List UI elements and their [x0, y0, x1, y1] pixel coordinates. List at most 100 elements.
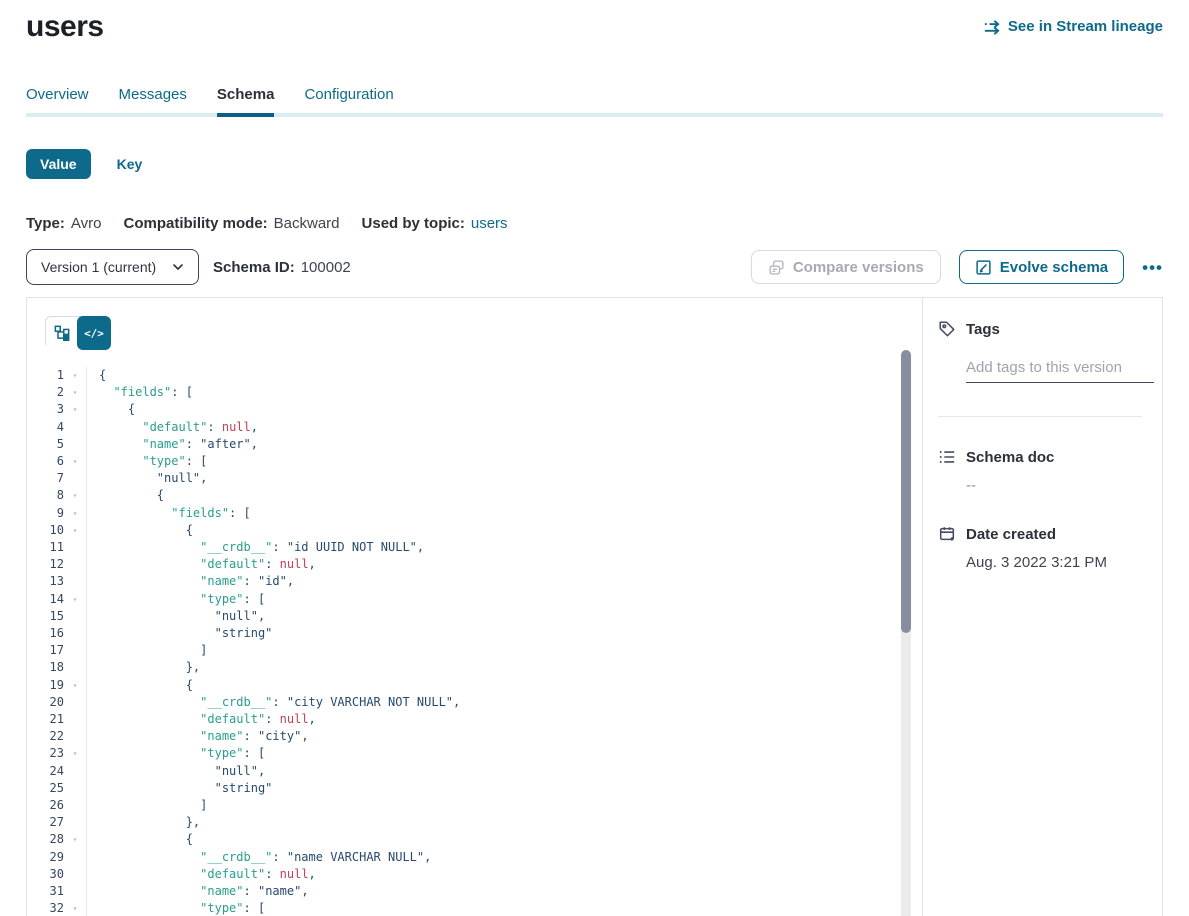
code-line-text: "__crdb__": "id UUID NOT NULL", — [86, 539, 922, 556]
line-number: 15 — [27, 608, 64, 625]
code-line-text: "null", — [86, 608, 922, 625]
code-line-text: "default": null, — [86, 866, 922, 883]
code-line-text: "name": "name", — [86, 883, 922, 900]
schema-id-label: Schema ID: — [213, 259, 295, 276]
code-line-text: "__crdb__": "name VARCHAR NULL", — [86, 849, 922, 866]
editor-scrollbar-thumb[interactable] — [901, 350, 911, 633]
code-line: 11 "__crdb__": "id UUID NOT NULL", — [27, 539, 922, 556]
line-number: 4 — [27, 419, 64, 436]
tree-view-icon — [54, 325, 70, 341]
fold-spacer — [64, 814, 86, 831]
code-line: 1▾{ — [27, 367, 922, 384]
line-number: 3 — [27, 401, 64, 418]
used-by-topic-link[interactable]: users — [471, 215, 508, 232]
line-number: 27 — [27, 814, 64, 831]
code-line: 14▾ "type": [ — [27, 591, 922, 608]
code-line-text: "default": null, — [86, 711, 922, 728]
line-number: 22 — [27, 728, 64, 745]
line-number: 8 — [27, 487, 64, 504]
line-number: 24 — [27, 763, 64, 780]
code-line: 19▾ { — [27, 677, 922, 694]
code-line-text: "name": "city", — [86, 728, 922, 745]
tab-schema[interactable]: Schema — [217, 86, 275, 117]
more-options-button[interactable]: ••• — [1142, 255, 1163, 280]
code-line: 9▾ "fields": [ — [27, 505, 922, 522]
code-line: 5 "name": "after", — [27, 436, 922, 453]
code-line: 18 }, — [27, 659, 922, 676]
code-line-text: "string" — [86, 625, 922, 642]
code-line-text: "null", — [86, 470, 922, 487]
code-line: 22 "name": "city", — [27, 728, 922, 745]
fold-toggle-icon[interactable]: ▾ — [64, 522, 86, 539]
line-number: 26 — [27, 797, 64, 814]
fold-toggle-icon[interactable]: ▾ — [64, 677, 86, 694]
schema-code-area: </> 1▾{2▾ "fields": [3▾ {4 "default": nu… — [27, 298, 922, 916]
tree-view-button[interactable] — [46, 317, 78, 349]
fold-toggle-icon[interactable]: ▾ — [64, 831, 86, 848]
code-line-text: "fields": [ — [86, 505, 922, 522]
schema-doc-header: Schema doc — [938, 448, 1142, 466]
tab-configuration[interactable]: Configuration — [304, 86, 393, 117]
code-line: 8▾ { — [27, 487, 922, 504]
code-line-text: { — [86, 367, 922, 384]
code-line: 24 "null", — [27, 763, 922, 780]
line-number: 13 — [27, 573, 64, 590]
fold-toggle-icon[interactable]: ▾ — [64, 505, 86, 522]
code-editor[interactable]: 1▾{2▾ "fields": [3▾ {4 "default": null,5… — [27, 367, 922, 916]
code-line: 15 "null", — [27, 608, 922, 625]
see-in-stream-lineage-link[interactable]: See in Stream lineage — [982, 18, 1163, 35]
code-line: 27 }, — [27, 814, 922, 831]
editor-scrollbar-track — [901, 350, 911, 916]
code-line: 31 "name": "name", — [27, 883, 922, 900]
version-bar: Version 1 (current) Schema ID: 100002 — [26, 249, 1163, 285]
date-created-header: Date created — [938, 525, 1142, 543]
fold-toggle-icon[interactable]: ▾ — [64, 367, 86, 384]
line-number: 2 — [27, 384, 64, 401]
code-line-text: { — [86, 831, 922, 848]
schema-meta-row: Type: Avro Compatibility mode: Backward … — [26, 215, 1163, 232]
line-number: 7 — [27, 470, 64, 487]
code-line-text: "type": [ — [86, 591, 922, 608]
compare-versions-button[interactable]: Compare versions — [751, 250, 941, 284]
fold-toggle-icon[interactable]: ▾ — [64, 745, 86, 762]
fold-toggle-icon[interactable]: ▾ — [64, 591, 86, 608]
code-line: 20 "__crdb__": "city VARCHAR NOT NULL", — [27, 694, 922, 711]
fold-toggle-icon[interactable]: ▾ — [64, 900, 86, 916]
code-line-text: { — [86, 677, 922, 694]
code-line-text: "string" — [86, 780, 922, 797]
line-number: 30 — [27, 866, 64, 883]
add-tags-input[interactable] — [966, 359, 1154, 383]
code-line-text: }, — [86, 659, 922, 676]
view-mode-toggle: </> — [45, 316, 111, 348]
fold-toggle-icon[interactable]: ▾ — [64, 453, 86, 470]
tab-messages[interactable]: Messages — [119, 86, 187, 117]
code-line: 2▾ "fields": [ — [27, 384, 922, 401]
fold-toggle-icon[interactable]: ▾ — [64, 401, 86, 418]
key-toggle-button[interactable]: Key — [117, 156, 143, 172]
code-line: 21 "default": null, — [27, 711, 922, 728]
version-select[interactable]: Version 1 (current) — [26, 249, 199, 285]
line-number: 1 — [27, 367, 64, 384]
fold-spacer — [64, 728, 86, 745]
code-line-text: "__crdb__": "city VARCHAR NOT NULL", — [86, 694, 922, 711]
schema-page: users See in Stream lineage Overview Mes… — [0, 0, 1189, 916]
schema-id: Schema ID: 100002 — [213, 259, 351, 276]
code-line-text: "type": [ — [86, 453, 922, 470]
line-number: 32 — [27, 900, 64, 916]
fold-spacer — [64, 436, 86, 453]
fold-toggle-icon[interactable]: ▾ — [64, 487, 86, 504]
compatibility-mode-label: Compatibility mode: — [123, 215, 267, 232]
schema-doc-section: Schema doc -- — [938, 448, 1142, 494]
value-toggle-button[interactable]: Value — [26, 149, 91, 179]
code-line: 29 "__crdb__": "name VARCHAR NULL", — [27, 849, 922, 866]
code-line: 6▾ "type": [ — [27, 453, 922, 470]
tab-overview[interactable]: Overview — [26, 86, 89, 117]
fold-toggle-icon[interactable]: ▾ — [64, 384, 86, 401]
code-line: 13 "name": "id", — [27, 573, 922, 590]
code-view-button[interactable]: </> — [77, 316, 111, 350]
fold-spacer — [64, 797, 86, 814]
fold-spacer — [64, 883, 86, 900]
type-label: Type: — [26, 215, 65, 232]
line-number: 9 — [27, 505, 64, 522]
evolve-schema-button[interactable]: Evolve schema — [959, 250, 1124, 284]
